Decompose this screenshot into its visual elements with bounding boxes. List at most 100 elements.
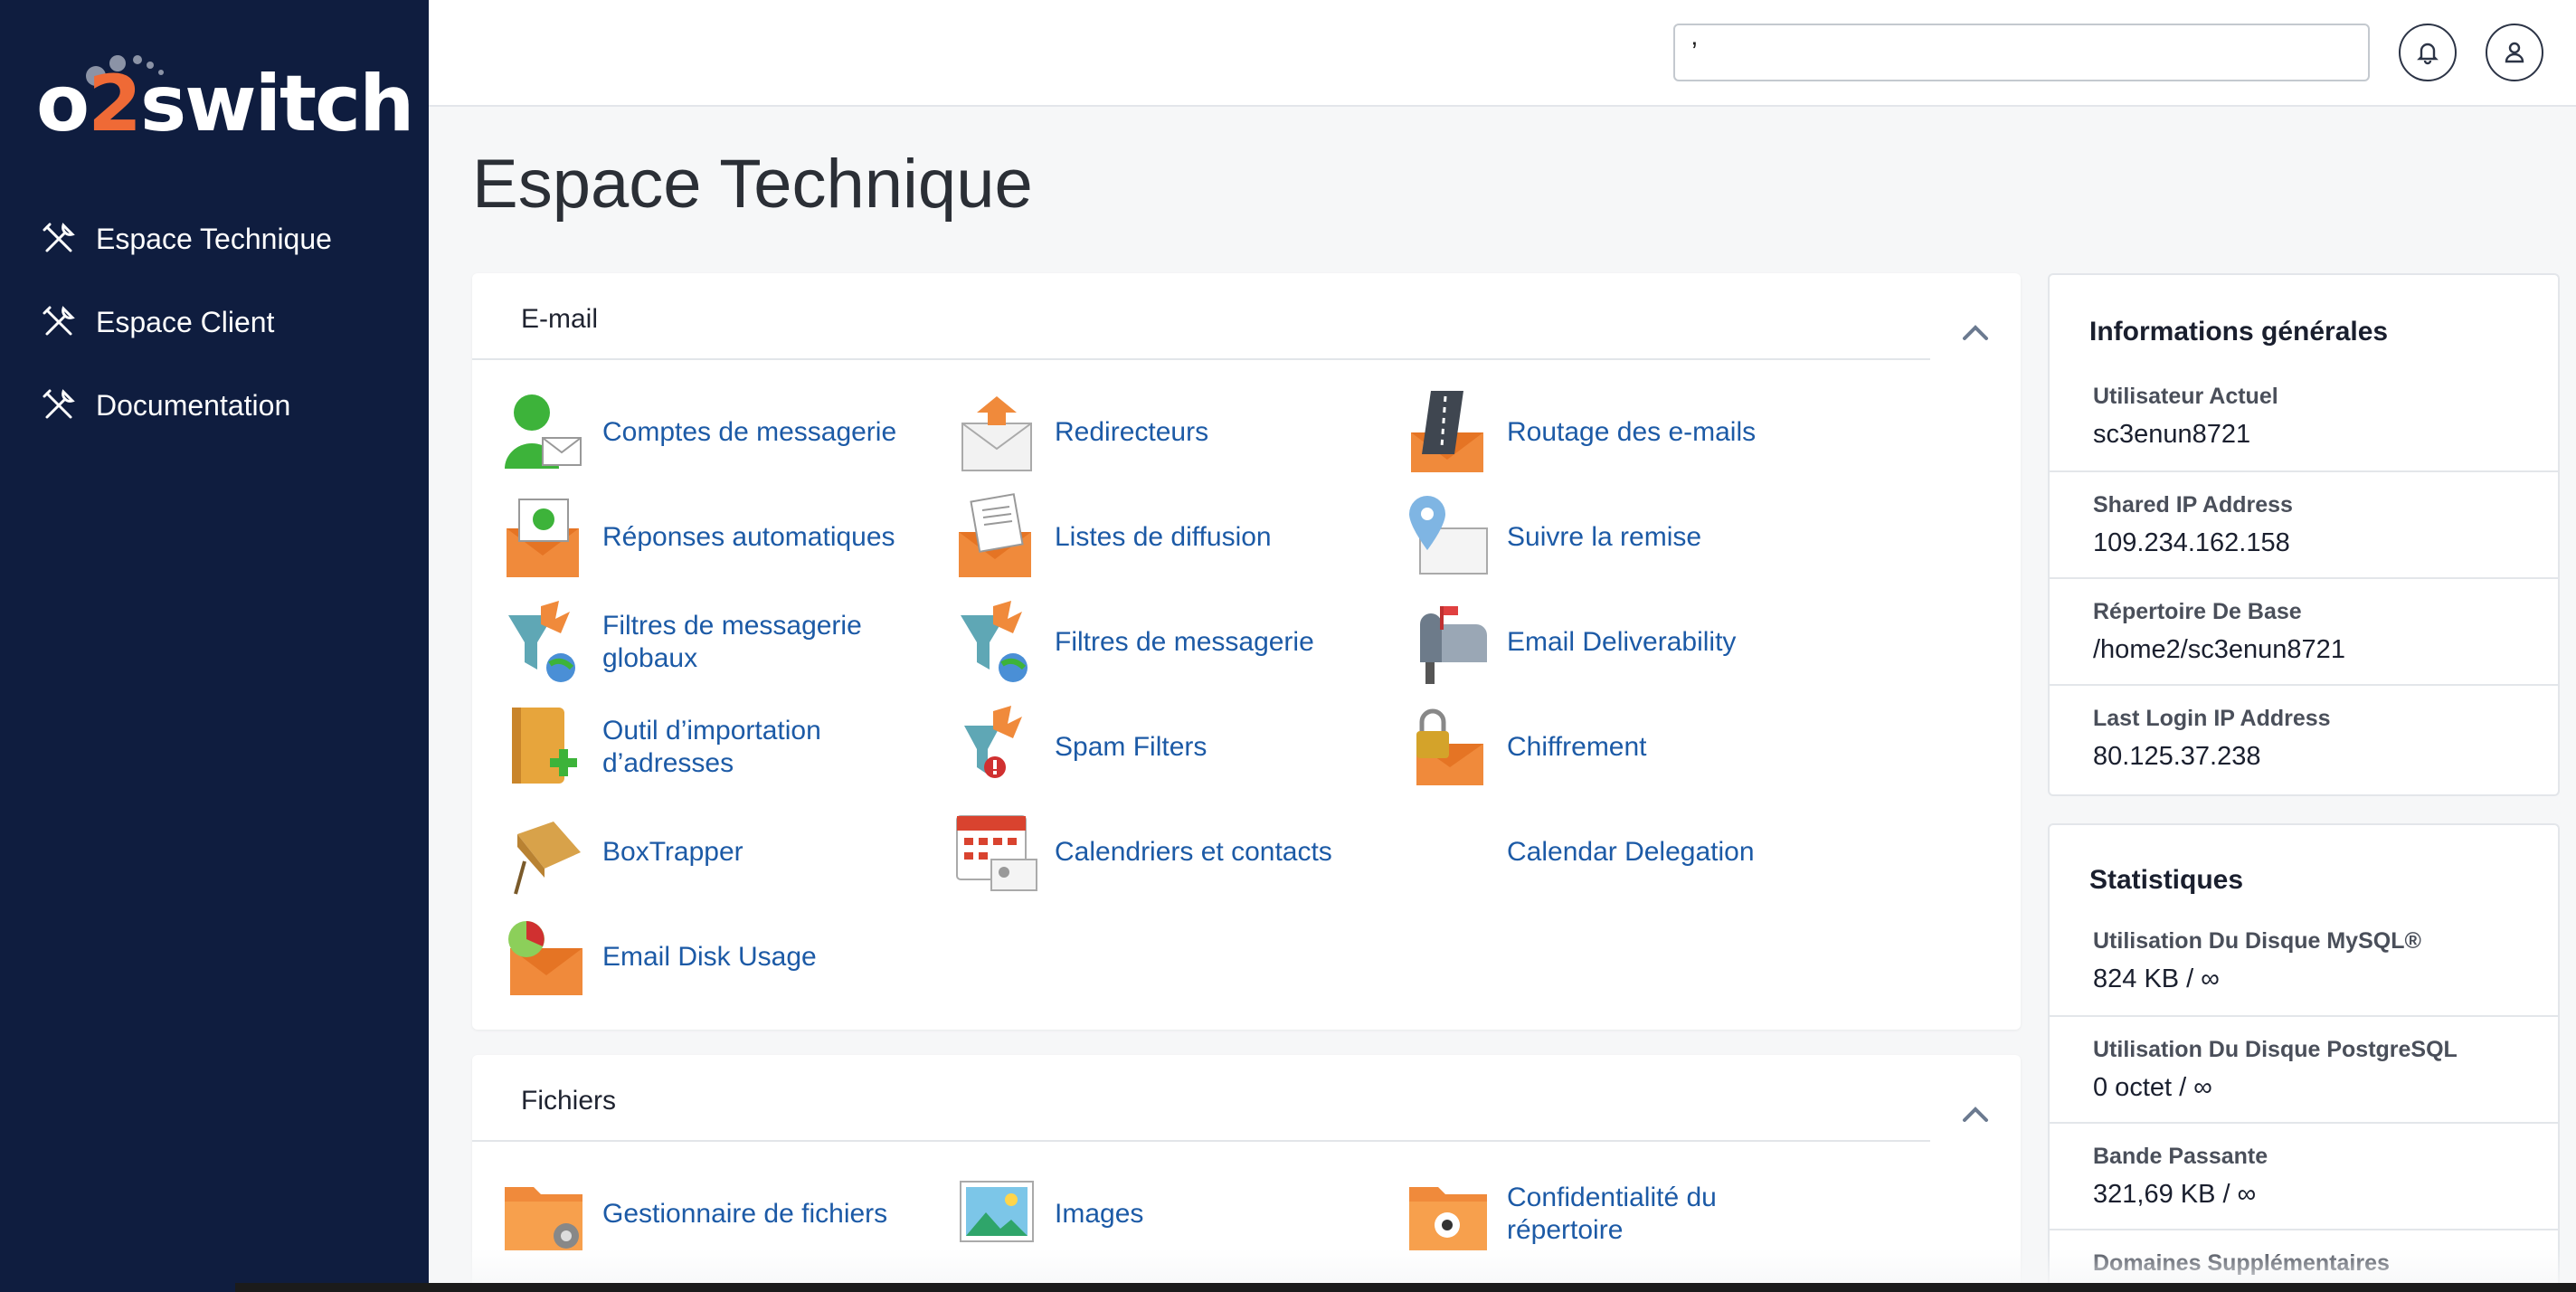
stat-value: 0 octet / ∞	[2093, 1073, 2212, 1102]
item-label: Confidentialité du répertoire	[1507, 1183, 1717, 1245]
sidebar-item-espace-technique[interactable]: Espace Technique	[0, 197, 429, 280]
statistics-title: Statistiques	[2089, 865, 2244, 895]
mailing-lists-icon	[959, 493, 1031, 577]
panel-header: E-mail	[472, 273, 1930, 360]
calendar-delegation-link[interactable]: Calendar Delegation	[1404, 807, 1833, 898]
info-row: Last Login IP Address 80.125.37.238	[2050, 684, 2558, 791]
bell-icon	[2417, 43, 2439, 65]
deliverability-icon	[1420, 606, 1487, 684]
item-label: Suivre la remise	[1507, 522, 1702, 552]
top-bar	[429, 0, 2576, 107]
info-key: Shared IP Address	[2093, 492, 2293, 518]
info-value: 80.125.37.238	[2093, 742, 2261, 771]
user-menu-button[interactable]	[2486, 24, 2543, 81]
stat-key: Utilisation Du Disque PostgreSQL	[2093, 1037, 2458, 1062]
sidebar-item-documentation[interactable]: Documentation	[0, 364, 429, 447]
item-label: Listes de diffusion	[1055, 522, 1272, 552]
panel-title: Fichiers	[521, 1086, 617, 1116]
item-label: Routage des e-mails	[1507, 417, 1757, 447]
email-filters-link[interactable]: Filtres de messagerie	[952, 597, 1380, 688]
info-row: Utilisateur Actuel sc3enun8721	[2050, 364, 2558, 470]
tools-icon	[43, 389, 75, 419]
chevron-up-icon[interactable]	[1957, 1100, 1994, 1127]
info-key: Last Login IP Address	[2093, 706, 2331, 731]
item-label: BoxTrapper	[602, 837, 743, 867]
info-key: Utilisateur Actuel	[2093, 384, 2278, 409]
item-label: Email Deliverability	[1507, 627, 1737, 657]
logo-wordmark: o2switch	[36, 59, 414, 149]
calendar-delegation-icon-placeholder	[1404, 807, 1494, 898]
global-email-filters-link[interactable]: Filtres de messagerie globaux	[499, 597, 928, 688]
email-deliverability-link[interactable]: Email Deliverability	[1404, 597, 1833, 688]
search-input[interactable]	[1673, 24, 2370, 81]
info-value: /home2/sc3enun8721	[2093, 635, 2345, 664]
email-disk-usage-link[interactable]: Email Disk Usage	[499, 912, 928, 1002]
stat-key: Utilisation Du Disque MySQL®	[2093, 928, 2421, 954]
forwarders-icon	[961, 396, 1032, 471]
email-routing-link[interactable]: Routage des e-mails	[1404, 387, 1833, 478]
calendars-contacts-link[interactable]: Calendriers et contacts	[952, 807, 1380, 898]
encryption-icon	[1416, 708, 1483, 785]
page-title: Espace Technique	[472, 146, 1033, 223]
address-importer-icon	[512, 708, 577, 784]
general-info-title: Informations générales	[2089, 317, 2389, 347]
stat-key: Bande Passante	[2093, 1144, 2268, 1169]
info-value: sc3enun8721	[2093, 420, 2251, 449]
track-delivery-icon	[1409, 496, 1488, 575]
boxtrapper-link[interactable]: BoxTrapper	[499, 807, 928, 898]
global-filters-icon	[508, 601, 575, 682]
sidebar-nav: Espace Technique Espace Client Documenta…	[0, 197, 429, 447]
directory-privacy-link[interactable]: Confidentialité du répertoire	[1404, 1169, 1833, 1259]
stat-row: Utilisation Du Disque MySQL® 824 KB / ∞	[2050, 908, 2558, 1015]
chevron-up-icon[interactable]	[1957, 318, 1994, 346]
panel-header: Fichiers	[472, 1055, 1930, 1142]
email-accounts-link[interactable]: Comptes de messagerie	[499, 387, 928, 478]
tools-icon	[43, 223, 75, 252]
item-label: Outil d’importation d’adresses	[602, 716, 821, 778]
user-icon	[2505, 42, 2524, 63]
o2switch-logo[interactable]: o2switch	[36, 52, 414, 152]
item-label: Réponses automatiques	[602, 522, 895, 552]
statistics-panel: Statistiques Utilisation Du Disque MySQL…	[2048, 823, 2560, 1292]
track-delivery-link[interactable]: Suivre la remise	[1404, 492, 1833, 583]
info-row: Shared IP Address 109.234.162.158	[2050, 470, 2558, 577]
item-label: Calendriers et contacts	[1055, 837, 1332, 867]
images-link[interactable]: Images	[952, 1169, 1380, 1259]
stat-value: 824 KB / ∞	[2093, 964, 2220, 993]
info-key: Répertoire De Base	[2093, 599, 2302, 624]
tools-icon	[43, 306, 75, 336]
item-label: Gestionnaire de fichiers	[602, 1199, 888, 1229]
file-manager-icon	[505, 1187, 582, 1250]
forwarders-link[interactable]: Redirecteurs	[952, 387, 1380, 478]
stat-row: Utilisation Du Disque PostgreSQL 0 octet…	[2050, 1015, 2558, 1122]
file-manager-link[interactable]: Gestionnaire de fichiers	[499, 1169, 928, 1259]
images-icon	[960, 1181, 1034, 1242]
boxtrapper-icon	[514, 822, 581, 895]
address-importer-link[interactable]: Outil d’importation d’adresses	[499, 702, 928, 793]
autoresponders-link[interactable]: Réponses automatiques	[499, 492, 928, 583]
autoresponders-icon	[507, 499, 579, 577]
sidebar-item-label: Espace Client	[96, 305, 275, 338]
general-info-panel: Informations générales Utilisateur Actue…	[2048, 273, 2560, 796]
info-row: Répertoire De Base /home2/sc3enun8721	[2050, 577, 2558, 684]
sidebar-item-label: Espace Technique	[96, 222, 332, 255]
sidebar: o2switch Espace Technique Espace Client …	[0, 0, 429, 1292]
encryption-link[interactable]: Chiffrement	[1404, 702, 1833, 793]
item-label: Images	[1055, 1199, 1144, 1229]
stat-row: Bande Passante 321,69 KB / ∞	[2050, 1122, 2558, 1229]
spam-filters-link[interactable]: Spam Filters	[952, 702, 1380, 793]
item-label: Spam Filters	[1055, 732, 1208, 762]
item-label: Chiffrement	[1507, 732, 1647, 762]
item-label: Email Disk Usage	[602, 942, 817, 972]
item-label: Redirecteurs	[1055, 417, 1209, 447]
calendar-icon	[956, 815, 1037, 891]
mailing-lists-link[interactable]: Listes de diffusion	[952, 492, 1380, 583]
notifications-button[interactable]	[2399, 24, 2457, 81]
sidebar-item-label: Documentation	[96, 388, 291, 422]
sidebar-item-espace-client[interactable]: Espace Client	[0, 280, 429, 364]
stat-value: 321,69 KB / ∞	[2093, 1180, 2257, 1209]
email-routing-icon	[1411, 391, 1483, 472]
item-label: Comptes de messagerie	[602, 417, 897, 447]
email-accounts-icon	[505, 394, 582, 469]
email-filters-icon	[961, 601, 1028, 682]
